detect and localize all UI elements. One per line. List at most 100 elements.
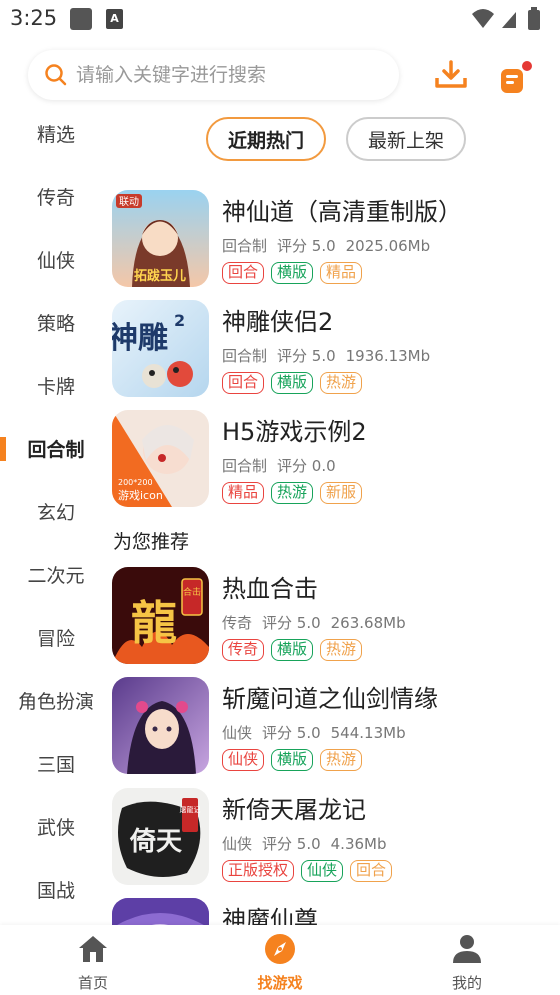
- game-name: 神雕侠侣2: [222, 308, 334, 336]
- game-list-item[interactable]: 神魔仙尊: [112, 898, 560, 925]
- game-tag: 正版授权: [222, 860, 295, 882]
- game-size: 2025.06Mb: [345, 237, 431, 255]
- icon-text: 拓跋玉儿: [134, 268, 186, 284]
- game-rating: 评分 5.0: [262, 724, 321, 742]
- icon-text: 2: [174, 311, 185, 330]
- game-tags: 正版授权 仙侠 回合: [222, 860, 393, 882]
- game-tag: 精品: [320, 262, 363, 284]
- game-list-item[interactable]: 200*200 游戏icon H5游戏示例2 回合制 评分 0.0 精品 热游 新…: [112, 410, 560, 510]
- game-category: 回合制: [222, 457, 268, 475]
- game-icon-zhanmo-wendao: [112, 677, 209, 774]
- game-tag: 新服: [320, 482, 363, 504]
- icon-text: 200*200: [118, 478, 153, 487]
- category-sidebar: 精选 传奇 仙侠 策略 卡牌 回合制 玄幻 二次元 冒险 角色扮演 三国 武侠 …: [0, 103, 112, 925]
- game-tag: 精品: [222, 482, 265, 504]
- game-tags: 回合 横版 热游: [222, 372, 363, 394]
- nav-profile[interactable]: 我的: [374, 925, 560, 995]
- game-rating: 评分 5.0: [262, 614, 321, 632]
- game-tag: 热游: [320, 372, 363, 394]
- nav-profile-label: 我的: [451, 974, 482, 992]
- message-icon[interactable]: [498, 60, 534, 96]
- game-category: 仙侠: [222, 724, 253, 742]
- category-item-fantasy[interactable]: 玄幻: [0, 481, 112, 541]
- game-category: 仙侠: [222, 835, 253, 853]
- game-meta: 回合制 评分 5.0 2025.06Mb: [222, 235, 440, 256]
- icon-text: 合击: [183, 586, 201, 598]
- game-tag: 回合: [222, 262, 265, 284]
- game-size: 4.36Mb: [330, 835, 387, 853]
- game-size: 263.68Mb: [330, 614, 406, 632]
- game-tag: 横版: [271, 372, 314, 394]
- icon-text: 屠龍记: [180, 805, 201, 814]
- game-name: 热血合击: [222, 575, 318, 603]
- game-tag: 横版: [271, 262, 314, 284]
- game-icon-rexue-heji: 龍 合击: [112, 567, 209, 664]
- notification-a-icon: A: [106, 9, 123, 29]
- game-list-item[interactable]: 斩魔问道之仙剑情缘 仙侠 评分 5.0 544.13Mb 仙侠 横版 热游: [112, 677, 560, 777]
- category-item-nation-war[interactable]: 国战: [0, 859, 112, 919]
- game-list-item[interactable]: 倚天 屠龍记 新倚天屠龙记 仙侠 评分 5.0 4.36Mb 正版授权 仙侠 回合: [112, 788, 560, 888]
- section-title-recommend: 为您推荐: [113, 531, 190, 553]
- game-icon-yitian-tulong: 倚天 屠龍记: [112, 788, 209, 885]
- game-list-item[interactable]: 联动 拓跋玉儿 神仙道（高清重制版） 回合制 评分 5.0 2025.06Mb 回合…: [112, 190, 560, 290]
- search-icon: [45, 64, 67, 86]
- category-item-turn-based[interactable]: 回合制: [0, 418, 112, 478]
- game-rating: 评分 0.0: [277, 457, 336, 475]
- game-tag: 传奇: [222, 639, 265, 661]
- category-item-three-kingdoms[interactable]: 三国: [0, 733, 112, 793]
- game-name: 新倚天屠龙记: [222, 796, 366, 824]
- category-item-xianxia[interactable]: 仙侠: [0, 229, 112, 289]
- tab-newest[interactable]: 最新上架: [346, 117, 466, 161]
- game-icon-h5-demo: 200*200 游戏icon: [112, 410, 209, 507]
- game-tag: 热游: [320, 639, 363, 661]
- icon-text: 神雕: [112, 321, 168, 356]
- nav-home[interactable]: 首页: [0, 925, 186, 995]
- game-size: 1936.13Mb: [345, 347, 431, 365]
- category-item-featured[interactable]: 精选: [0, 103, 112, 163]
- tab-recent-hot[interactable]: 近期热门: [206, 117, 326, 161]
- category-item-adventure[interactable]: 冒险: [0, 607, 112, 667]
- game-list-item[interactable]: 神雕 2 神雕侠侣2 回合制 评分 5.0 1936.13Mb 回合 横版 热游: [112, 300, 560, 400]
- game-tag: 回合: [350, 860, 393, 882]
- nav-find-games[interactable]: 找游戏: [187, 925, 373, 995]
- download-icon[interactable]: [434, 60, 468, 90]
- game-tag: 仙侠: [301, 860, 344, 882]
- game-rating: 评分 5.0: [277, 237, 336, 255]
- nav-find-games-label: 找游戏: [257, 974, 303, 992]
- status-bar: 3:25 A: [0, 0, 560, 38]
- game-meta: 仙侠 评分 5.0 544.13Mb: [222, 722, 416, 743]
- game-icon-shenxiandao: 联动 拓跋玉儿: [112, 190, 209, 287]
- game-tag: 回合: [222, 372, 265, 394]
- game-tag: 仙侠: [222, 749, 265, 771]
- game-list-item[interactable]: 龍 合击 热血合击 传奇 评分 5.0 263.68Mb 传奇 横版 热游: [112, 567, 560, 667]
- category-item-legend[interactable]: 传奇: [0, 166, 112, 226]
- bottom-navigation: 首页 找游戏 我的: [0, 925, 560, 995]
- game-name: 神仙道（高清重制版）: [222, 198, 462, 226]
- game-tags: 传奇 横版 热游: [222, 639, 363, 661]
- nav-home-label: 首页: [77, 974, 108, 992]
- game-meta: 回合制 评分 0.0: [222, 455, 346, 476]
- search-input[interactable]: [76, 50, 386, 100]
- category-item-strategy[interactable]: 策略: [0, 292, 112, 352]
- game-name: 斩魔问道之仙剑情缘: [222, 685, 438, 713]
- game-icon-shendiao: 神雕 2: [112, 300, 209, 397]
- game-tags: 仙侠 横版 热游: [222, 749, 363, 771]
- home-icon: [79, 936, 107, 962]
- user-icon: [453, 935, 481, 963]
- category-item-wuxia[interactable]: 武侠: [0, 796, 112, 856]
- game-tag: 热游: [271, 482, 314, 504]
- game-name: 神魔仙尊: [222, 906, 318, 925]
- game-name: H5游戏示例2: [222, 418, 367, 446]
- game-rating: 评分 5.0: [262, 835, 321, 853]
- search-box[interactable]: [28, 50, 399, 100]
- compass-icon: [265, 934, 295, 964]
- icon-text: 联动: [119, 196, 139, 208]
- category-item-rpg[interactable]: 角色扮演: [0, 670, 112, 730]
- category-item-anime[interactable]: 二次元: [0, 544, 112, 604]
- icon-text: 龍: [131, 596, 177, 650]
- icon-text: 倚天: [129, 827, 182, 857]
- game-meta: 回合制 评分 5.0 1936.13Mb: [222, 345, 440, 366]
- notification-app-icon: [70, 8, 92, 30]
- game-category: 回合制: [222, 347, 268, 365]
- category-item-card[interactable]: 卡牌: [0, 355, 112, 415]
